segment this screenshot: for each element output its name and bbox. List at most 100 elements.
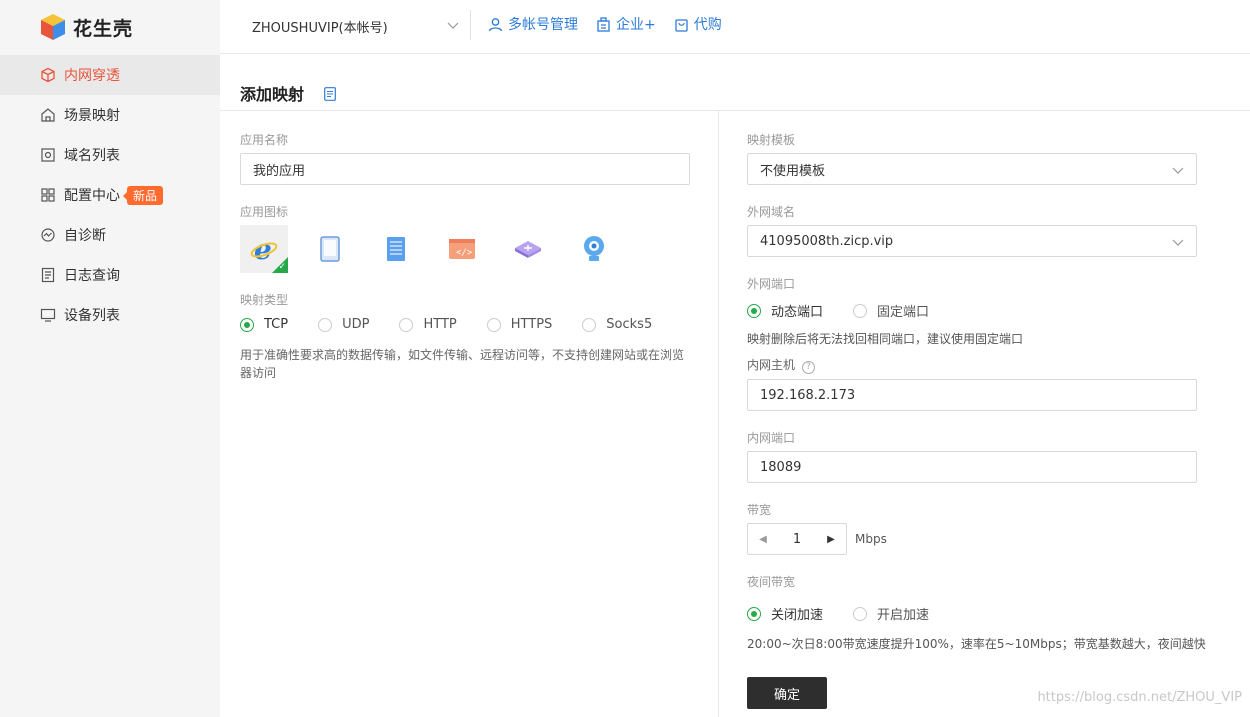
sidebar-item-config[interactable]: 配置中心 新品	[0, 175, 220, 215]
inner-port-value: 18089	[760, 459, 802, 475]
app-icon-option[interactable]	[372, 225, 420, 273]
app-icon-label: 应用图标	[240, 205, 289, 219]
radio-dot	[747, 606, 761, 621]
increment-icon[interactable]: ▶	[816, 524, 846, 554]
cube-icon	[40, 67, 56, 83]
domain-value: 41095008th.zicp.vip	[760, 233, 894, 249]
enterprise-label: 企业+	[616, 17, 656, 33]
chevron-down-icon	[447, 22, 459, 29]
chevron-down-icon	[1172, 239, 1184, 246]
purchase-link[interactable]: 代购	[674, 14, 722, 34]
logo-text: 花生壳	[73, 17, 134, 40]
enterprise-link[interactable]: 企业+	[596, 14, 656, 34]
radio-tcp[interactable]: TCP	[240, 317, 288, 332]
radio-label: TCP	[264, 317, 289, 332]
app-icon-option[interactable]: </>	[438, 225, 486, 273]
app-icon-option[interactable]	[570, 225, 618, 273]
radio-udp[interactable]: UDP	[318, 317, 369, 332]
account-name: ZHOUSHUVIP(本帐号)	[252, 20, 388, 36]
host-label: 内网主机?	[747, 356, 816, 374]
logo-cube-icon	[41, 14, 65, 40]
sidebar-item-scene[interactable]: 场景映射	[0, 95, 220, 135]
bag-icon	[675, 18, 688, 32]
app-icon-option[interactable]	[504, 225, 552, 273]
domain-label: 外网域名	[747, 205, 796, 219]
log-icon	[40, 267, 56, 283]
port-note: 映射删除后将无法找回相同端口，建议使用固定端口	[747, 332, 1024, 346]
confirm-button[interactable]: 确定	[747, 677, 827, 709]
monitor-icon	[40, 307, 56, 323]
radio-dot	[853, 606, 868, 621]
sidebar-item-label: 场景映射	[64, 108, 120, 124]
bandwidth-unit: Mbps	[855, 532, 887, 546]
radio-https[interactable]: HTTPS	[486, 317, 552, 332]
enterprise-icon	[597, 16, 610, 32]
house-icon	[40, 107, 56, 123]
host-label-text: 内网主机	[747, 358, 796, 372]
template-value: 不使用模板	[760, 163, 826, 179]
radio-dynamic-port[interactable]: 动态端口	[747, 301, 823, 320]
night-radio-group: 关闭加速 开启加速	[747, 604, 959, 623]
account-dropdown[interactable]: ZHOUSHUVIP(本帐号)	[252, 14, 460, 38]
document-icon[interactable]	[324, 87, 336, 101]
radio-http[interactable]: HTTP	[399, 317, 457, 332]
domain-icon	[40, 147, 56, 163]
radio-label: 固定端口	[877, 305, 930, 320]
sidebar-item-intranet[interactable]: 内网穿透	[0, 55, 220, 95]
radio-night-on[interactable]: 开启加速	[853, 604, 929, 623]
code-window-icon: </>	[449, 239, 475, 259]
radio-dot	[318, 317, 333, 332]
map-type-description: 用于准确性要求高的数据传输，如文件传输、远程访问等，不支持创建网站或在浏览器访问	[240, 348, 685, 380]
sidebar-item-label: 配置中心	[64, 188, 120, 204]
sidebar-item-label: 日志查询	[64, 268, 120, 284]
app-icon-picker: e ✓ </>	[240, 225, 618, 273]
sidebar-item-diagnose[interactable]: 自诊断	[0, 215, 220, 255]
multi-account-link[interactable]: 多帐号管理	[488, 14, 578, 34]
page-title: 添加映射	[240, 85, 305, 104]
decrement-icon[interactable]: ◀	[748, 524, 778, 554]
sidebar-item-label: 域名列表	[64, 148, 120, 164]
sidebar-nav: 内网穿透 场景映射 域名列表 配置中心 新品 自诊断 日志查询 设备列表	[0, 55, 220, 335]
app-name-value: 我的应用	[253, 163, 306, 179]
bandwidth-value[interactable]: 1	[778, 532, 816, 547]
app-icon-option[interactable]: e ✓	[240, 225, 288, 273]
radio-dot	[486, 317, 501, 332]
camera-icon	[584, 236, 604, 261]
sidebar-item-devices[interactable]: 设备列表	[0, 295, 220, 335]
diagnose-icon	[40, 227, 56, 243]
title-divider	[220, 110, 1250, 111]
column-divider	[718, 110, 719, 717]
header-divider	[470, 10, 471, 40]
radio-dot	[853, 303, 868, 318]
inner-port-input[interactable]: 18089	[747, 451, 1197, 483]
domain-select[interactable]: 41095008th.zicp.vip	[747, 225, 1197, 257]
user-icon	[488, 17, 503, 31]
chevron-down-icon	[1172, 167, 1184, 174]
top-header: ZHOUSHUVIP(本帐号) 多帐号管理 企业+ 代购	[220, 0, 1250, 54]
radio-label: UDP	[342, 317, 370, 332]
app-icon-option[interactable]	[306, 225, 354, 273]
radio-label: 开启加速	[877, 608, 930, 623]
app-name-label: 应用名称	[240, 133, 289, 147]
radio-socks5[interactable]: Socks5	[582, 317, 652, 332]
sidebar-item-domains[interactable]: 域名列表	[0, 135, 220, 175]
logo[interactable]: 花生壳	[40, 12, 133, 42]
template-select[interactable]: 不使用模板	[747, 153, 1197, 185]
sidebar-item-logs[interactable]: 日志查询	[0, 255, 220, 295]
header-links: 多帐号管理 企业+ 代购	[488, 14, 722, 34]
bandwidth-stepper[interactable]: ◀ 1 ▶	[747, 523, 847, 555]
host-input[interactable]: 192.168.2.173	[747, 379, 1197, 411]
app-name-input[interactable]: 我的应用	[240, 153, 690, 185]
sidebar-item-label: 设备列表	[64, 308, 120, 324]
template-label: 映射模板	[747, 133, 796, 147]
radio-label: HTTP	[423, 317, 457, 332]
grid-icon	[40, 187, 56, 203]
radio-fixed-port[interactable]: 固定端口	[853, 301, 929, 320]
multi-account-label: 多帐号管理	[508, 17, 578, 33]
inner-port-label: 内网端口	[747, 431, 796, 445]
server-icon	[387, 237, 405, 261]
radio-dot	[240, 317, 254, 332]
help-icon[interactable]: ?	[802, 360, 816, 374]
radio-night-off[interactable]: 关闭加速	[747, 604, 823, 623]
tablet-icon	[320, 236, 340, 262]
